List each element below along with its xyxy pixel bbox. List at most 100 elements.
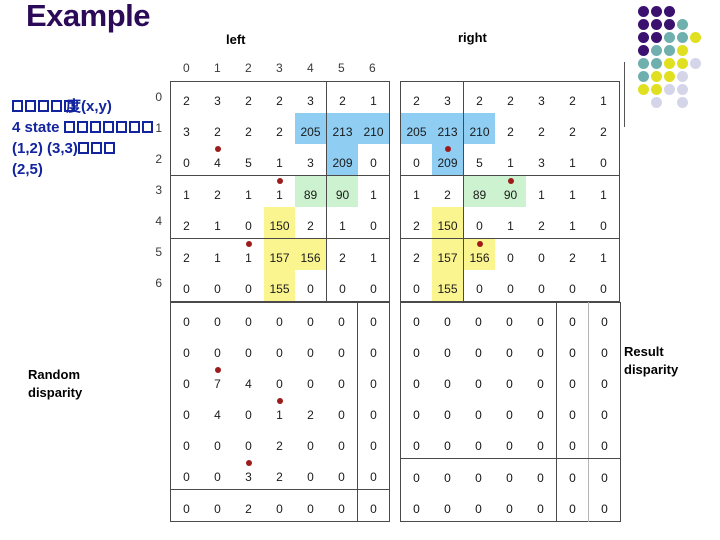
cell-value: 0 [506,314,513,329]
cell-value: 0 [569,281,576,296]
table-cell: 0 [463,207,495,239]
table-cell: 0 [358,303,390,335]
table-cell: 1 [401,176,433,208]
table-cell: 0 [171,365,203,396]
table-cell: 2 [400,207,432,239]
cell-value: 0 [183,438,190,453]
cell-value: 0 [183,314,190,329]
table-cell: 0 [233,334,264,365]
table-cell: 0 [432,303,463,335]
cell-value: 0 [507,281,514,296]
cell-value: 0 [307,376,314,391]
cell-value: 0 [413,438,420,453]
cell-value: 2 [538,124,545,139]
table-row: 0 4 0 1 2 0 0 [171,396,390,427]
cell-value: 0 [601,438,608,453]
cell-value: 0 [506,470,513,485]
table-cell: 2 [526,113,557,144]
cell-value: 209 [332,155,353,170]
table-cell: 0 [326,427,358,458]
decorative-dot [677,58,688,69]
decorative-dot [677,84,688,95]
cell-value: 2 [183,218,190,233]
decorative-dot [651,71,662,82]
cell-value: 156 [300,250,321,265]
cell-value: 0 [537,376,544,391]
table-cell: 1 [557,176,588,208]
cell-value: 0 [413,155,420,170]
table-cell: 1 [264,396,295,427]
cell-value: 0 [569,345,576,360]
decorative-dot [664,6,675,17]
decorative-dot [638,58,649,69]
cell-value: 3 [307,93,314,108]
cell-value: 1 [214,218,221,233]
table-cell: 156 [463,238,495,270]
missing-glyph-box [51,100,62,112]
cell-value: 3 [245,469,252,484]
table-left-image: 2 3 2 2 3 2 1 3 2 2 2 205 213 210 0 4 5 1 3 209 0 1 2 1 1 89 90 1 2 1… [170,81,390,302]
column-header-4: 4 [307,61,314,75]
table-row: 3 2 2 2 205 213 210 [171,113,390,144]
table-cell: 0 [556,427,589,459]
cell-value: 0 [475,376,482,391]
table-cell: 2 [202,176,233,208]
table-cell: 0 [556,396,589,427]
cell-value: 0 [569,314,576,329]
table-row: 0 209 5 1 3 1 0 [400,144,620,176]
table-random-disparity: 0000000000000007400000401200000200000320… [170,302,390,522]
table-cell: 1 [233,239,264,271]
cell-value: 0 [214,469,221,484]
cell-value: 0 [444,345,451,360]
cell-value: 0 [276,376,283,391]
table-cell: 0 [171,303,203,335]
table-cell: 150 [432,207,464,239]
table-cell: 0 [494,490,525,522]
table-row: 205 213 210 2 2 2 2 [400,113,620,144]
cell-value: 2 [276,438,283,453]
missing-glyph-box [25,100,36,112]
table-row: 2 3 2 2 3 2 1 [171,81,390,113]
table-cell: 0 [463,459,494,491]
cell-value: 205 [406,124,427,139]
cell-value: 0 [338,376,345,391]
table-cell: 2 [202,113,233,144]
label-left-image: left [226,32,246,47]
table-cell: 0 [525,427,557,459]
cell-value: 0 [338,469,345,484]
cell-value: 0 [413,281,420,296]
cell-value: 0 [475,314,482,329]
cell-value: 157 [269,250,290,265]
cell-value: 0 [214,314,221,329]
table-cell: 2 [495,82,526,114]
label-random-disparity: Random disparity [28,366,82,402]
cell-value: 1 [569,218,576,233]
table-cell: 0 [525,302,557,334]
cell-value: 0 [338,407,345,422]
table-cell: 0 [588,207,620,239]
decorative-dot [677,71,688,82]
cell-value: 3 [214,93,221,108]
cell-value: 0 [601,376,608,391]
table-row: 0 0 0 0 0 0 0 [171,302,390,335]
decorative-dot-grid [638,6,718,110]
table-row: 0 0 0 2 0 0 0 [171,427,390,458]
cell-value: 0 [569,470,576,485]
table-cell: 7 [202,365,233,396]
marker-dot-icon [507,178,514,184]
cell-value: 0 [506,345,513,360]
table-cell: 0 [494,303,525,335]
cell-value: 5 [476,155,483,170]
marker-dot-icon [245,241,252,247]
table-cell: 3 [432,81,464,113]
cell-value: 157 [437,250,458,265]
table-cell: 0 [401,334,433,365]
table-cell: 0 [171,427,203,458]
cell-value: 0 [444,314,451,329]
cell-value: 2 [214,187,221,202]
cell-value: 0 [537,407,544,422]
table-cell: 1 [202,239,233,271]
table-cell: 0 [463,365,494,396]
table-cell: 0 [525,365,557,396]
cell-value: 210 [469,124,490,139]
